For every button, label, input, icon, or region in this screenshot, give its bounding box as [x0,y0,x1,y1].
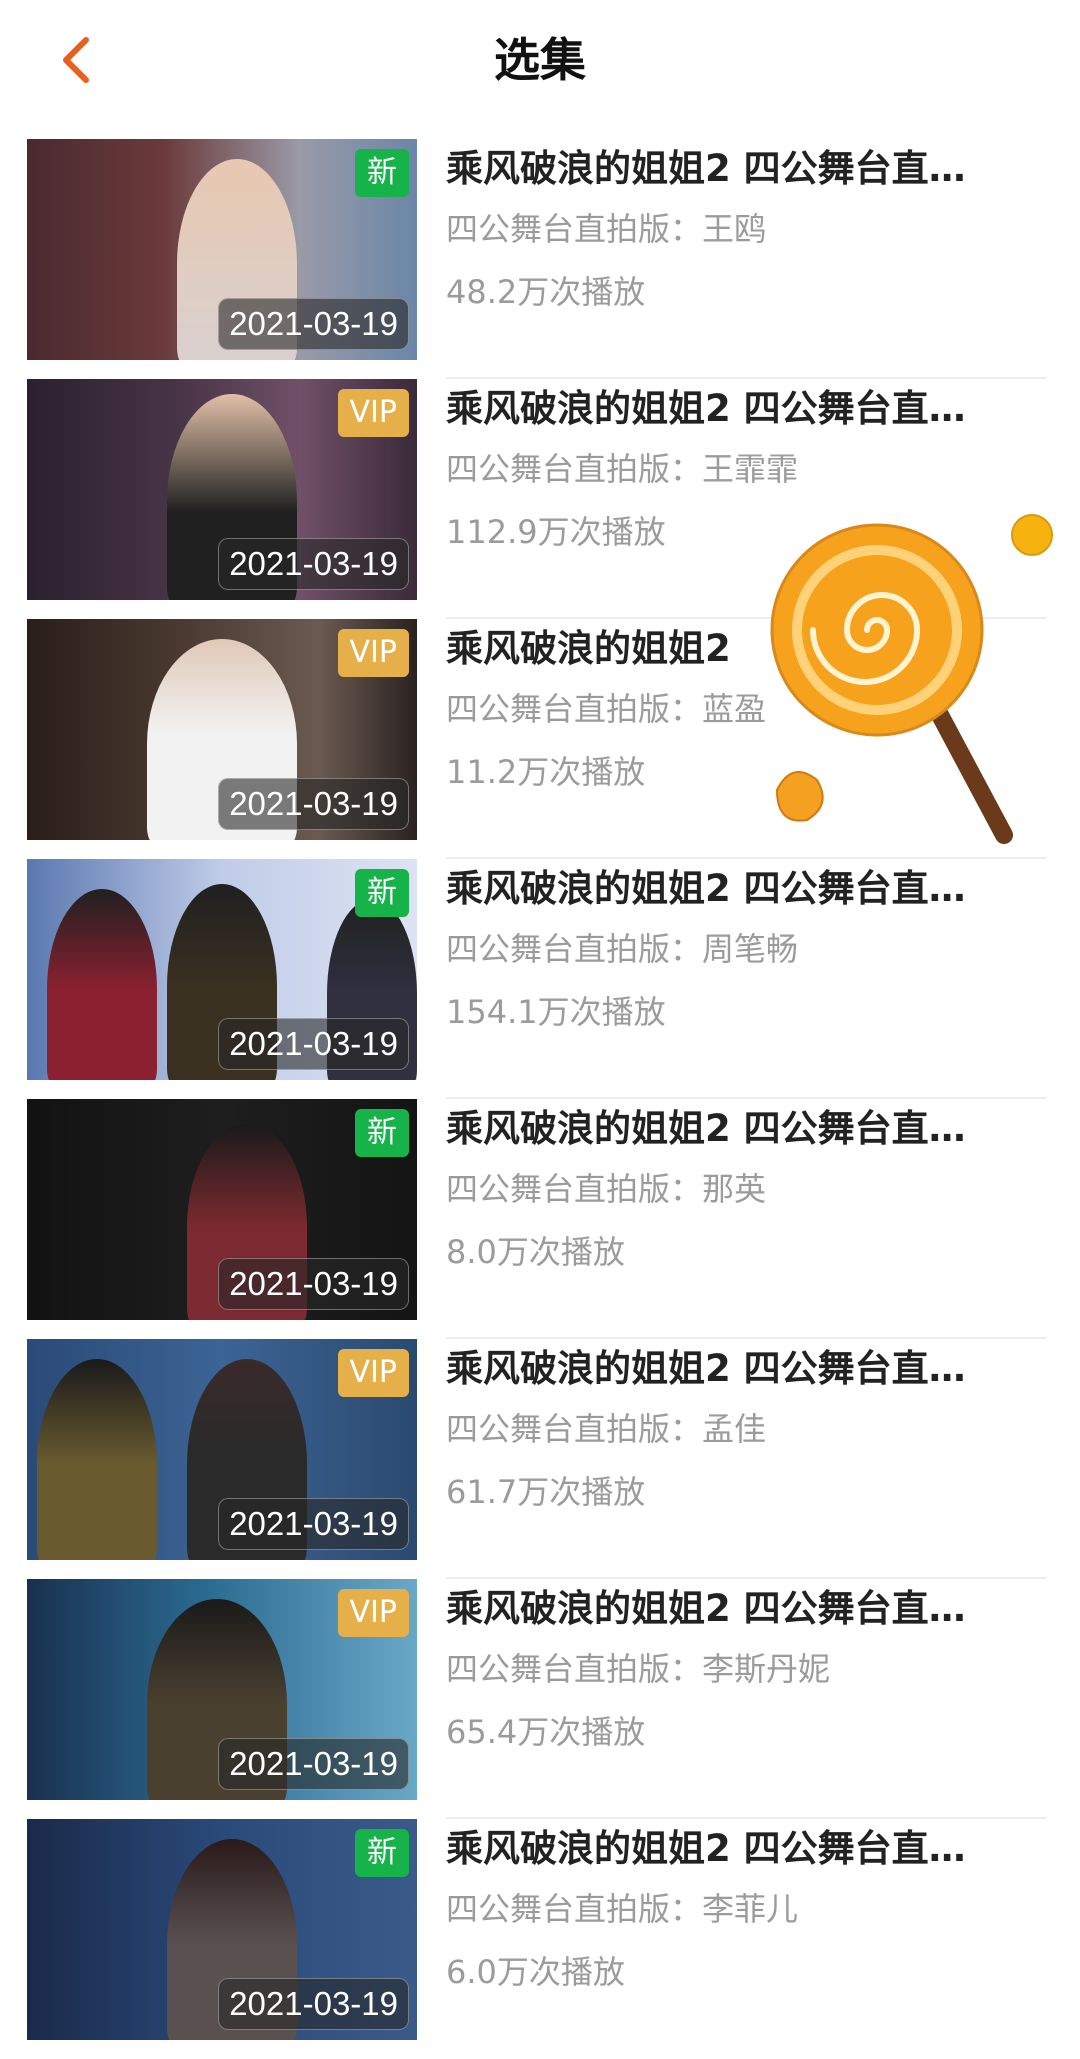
episode-subtitle: 四公舞台直拍版：那英 [446,1170,767,1208]
episode-thumbnail: VIP 2021-03-19 [27,1579,417,1800]
episode-title: 乘风破浪的姐姐2 四公舞台直… [446,1107,966,1150]
episode-thumbnail: VIP 2021-03-19 [27,379,417,600]
episode-item[interactable]: VIP 2021-03-19 乘风破浪的姐姐2 四公舞台直… 四公舞台直拍版：李… [0,1579,1080,1819]
episode-title: 乘风破浪的姐姐2 四公舞台直… [446,387,966,430]
episode-date: 2021-03-19 [218,1978,409,2030]
episode-info: 乘风破浪的姐姐2 四公舞台直… 四公舞台直拍版：王霏霏 112.9万次播放 [446,379,1046,554]
episode-info: 乘风破浪的姐姐2 四公舞台直拍版：蓝盈 11.2万次播放 [446,619,1046,794]
episode-play-count: 8.0万次播放 [446,1233,625,1271]
episode-play-count: 65.4万次播放 [446,1713,646,1751]
episode-info: 乘风破浪的姐姐2 四公舞台直… 四公舞台直拍版：李斯丹妮 65.4万次播放 [446,1579,1046,1754]
episode-title: 乘风破浪的姐姐2 四公舞台直… [446,1347,966,1390]
episode-info: 乘风破浪的姐姐2 四公舞台直… 四公舞台直拍版：孟佳 61.7万次播放 [446,1339,1046,1514]
episode-thumbnail: 新 2021-03-19 [27,859,417,1080]
episode-item[interactable]: 新 2021-03-19 乘风破浪的姐姐2 四公舞台直… 四公舞台直拍版：那英 … [0,1099,1080,1339]
episode-date: 2021-03-19 [218,1258,409,1310]
top-bar: 选集 [0,0,1080,120]
episode-title: 乘风破浪的姐姐2 [446,627,731,670]
episode-date: 2021-03-19 [218,298,409,350]
episode-date: 2021-03-19 [218,778,409,830]
episode-subtitle: 四公舞台直拍版：周笔畅 [446,930,799,968]
page-title: 选集 [494,33,586,87]
episode-subtitle: 四公舞台直拍版：孟佳 [446,1410,767,1448]
episode-item[interactable]: VIP 2021-03-19 乘风破浪的姐姐2 四公舞台直拍版：蓝盈 11.2万… [0,619,1080,859]
episode-item[interactable]: VIP 2021-03-19 乘风破浪的姐姐2 四公舞台直… 四公舞台直拍版：孟… [0,1339,1080,1579]
episode-badge: VIP [337,1589,409,1637]
episode-title: 乘风破浪的姐姐2 四公舞台直… [446,1587,966,1630]
episode-subtitle: 四公舞台直拍版：李菲儿 [446,1890,799,1928]
episode-item[interactable]: 新 2021-03-19 乘风破浪的姐姐2 四公舞台直… 四公舞台直拍版：周笔畅… [0,859,1080,1099]
episode-play-count: 48.2万次播放 [446,273,646,311]
episode-item[interactable]: VIP 2021-03-19 乘风破浪的姐姐2 四公舞台直… 四公舞台直拍版：王… [0,379,1080,619]
episode-play-count: 11.2万次播放 [446,753,646,791]
episode-badge: VIP [337,629,409,677]
episode-play-count: 154.1万次播放 [446,993,666,1031]
episode-date: 2021-03-19 [218,1498,409,1550]
episode-info: 乘风破浪的姐姐2 四公舞台直… 四公舞台直拍版：那英 8.0万次播放 [446,1099,1046,1274]
episode-date: 2021-03-19 [218,1018,409,1070]
episode-date: 2021-03-19 [218,1738,409,1790]
episode-badge: VIP [337,389,409,437]
episode-date: 2021-03-19 [218,538,409,590]
episode-title: 乘风破浪的姐姐2 四公舞台直… [446,1827,966,1870]
episode-item[interactable]: 新 2021-03-19 乘风破浪的姐姐2 四公舞台直… 四公舞台直拍版：王鸥 … [0,139,1080,379]
episode-item[interactable]: 新 2021-03-19 乘风破浪的姐姐2 四公舞台直… 四公舞台直拍版：李菲儿… [0,1819,1080,2059]
episode-badge: 新 [355,1829,409,1877]
episode-subtitle: 四公舞台直拍版：蓝盈 [446,690,767,728]
episode-thumbnail: VIP 2021-03-19 [27,619,417,840]
episode-thumbnail: 新 2021-03-19 [27,1819,417,2040]
episode-thumbnail: 新 2021-03-19 [27,1099,417,1320]
episode-subtitle: 四公舞台直拍版：王鸥 [446,210,767,248]
episode-play-count: 112.9万次播放 [446,513,666,551]
episode-title: 乘风破浪的姐姐2 四公舞台直… [446,867,966,910]
episode-subtitle: 四公舞台直拍版：李斯丹妮 [446,1650,831,1688]
episode-badge: 新 [355,1109,409,1157]
episode-badge: 新 [355,149,409,197]
episode-info: 乘风破浪的姐姐2 四公舞台直… 四公舞台直拍版：李菲儿 6.0万次播放 [446,1819,1046,1994]
episode-list: 新 2021-03-19 乘风破浪的姐姐2 四公舞台直… 四公舞台直拍版：王鸥 … [0,139,1080,2059]
episode-subtitle: 四公舞台直拍版：王霏霏 [446,450,799,488]
episode-thumbnail: 新 2021-03-19 [27,139,417,360]
episode-play-count: 61.7万次播放 [446,1473,646,1511]
episode-title: 乘风破浪的姐姐2 四公舞台直… [446,147,966,190]
episode-badge: VIP [337,1349,409,1397]
episode-play-count: 6.0万次播放 [446,1953,625,1991]
episode-info: 乘风破浪的姐姐2 四公舞台直… 四公舞台直拍版：周笔畅 154.1万次播放 [446,859,1046,1034]
episode-badge: 新 [355,869,409,917]
episode-info: 乘风破浪的姐姐2 四公舞台直… 四公舞台直拍版：王鸥 48.2万次播放 [446,139,1046,314]
episode-thumbnail: VIP 2021-03-19 [27,1339,417,1560]
